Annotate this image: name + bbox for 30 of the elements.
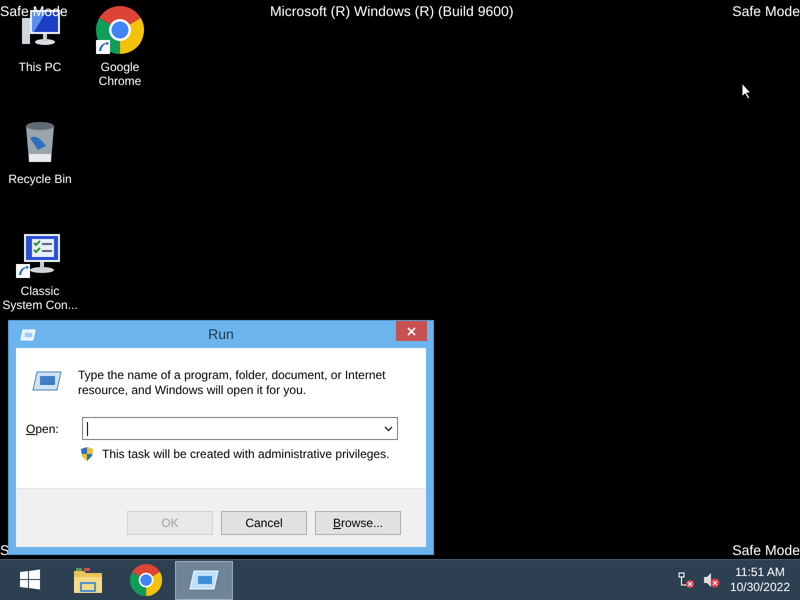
window-title: Run	[208, 325, 234, 344]
safe-mode-label: Safe Mode	[732, 542, 800, 558]
admin-note: This task will be created with administrative privileges.	[102, 446, 390, 463]
windows-start-icon	[18, 568, 42, 592]
build-text: Microsoft (R) Windows (R) (Build 9600)	[270, 3, 514, 19]
chrome-icon[interactable]	[96, 6, 144, 54]
clock-date[interactable]: 10/30/2022	[730, 580, 790, 595]
description-text: Type the name of a program, folder, document, or Internet resource, and Windows will open it for you.	[78, 368, 387, 398]
safe-mode-label: Safe Mode	[0, 3, 68, 19]
volume-muted-icon[interactable]	[702, 572, 720, 588]
folder-icon	[72, 565, 104, 595]
open-combobox[interactable]	[82, 417, 398, 440]
run-icon	[20, 329, 36, 341]
icon-label[interactable]: Classic System Con...	[0, 284, 80, 312]
dialog-button[interactable]: Browse...	[315, 511, 401, 535]
safe-mode-label: Safe Mode	[732, 3, 800, 19]
chevron-down-icon[interactable]	[384, 426, 393, 432]
chrome-icon	[130, 564, 162, 596]
close-icon	[407, 327, 416, 336]
clock-time[interactable]: 11:51 AM	[730, 565, 790, 580]
network-error-icon[interactable]	[678, 572, 694, 588]
close-button[interactable]	[396, 321, 427, 341]
open-label: Open:	[26, 420, 60, 438]
shield-icon	[80, 446, 94, 462]
cursor-icon	[741, 82, 753, 100]
icon-label[interactable]: Recycle Bin	[8, 172, 72, 186]
icon-label[interactable]: This PC	[18, 60, 62, 74]
icon-label[interactable]: Google Chrome	[80, 60, 160, 88]
dialog-button[interactable]: Cancel	[221, 511, 307, 535]
run-icon	[32, 370, 62, 392]
